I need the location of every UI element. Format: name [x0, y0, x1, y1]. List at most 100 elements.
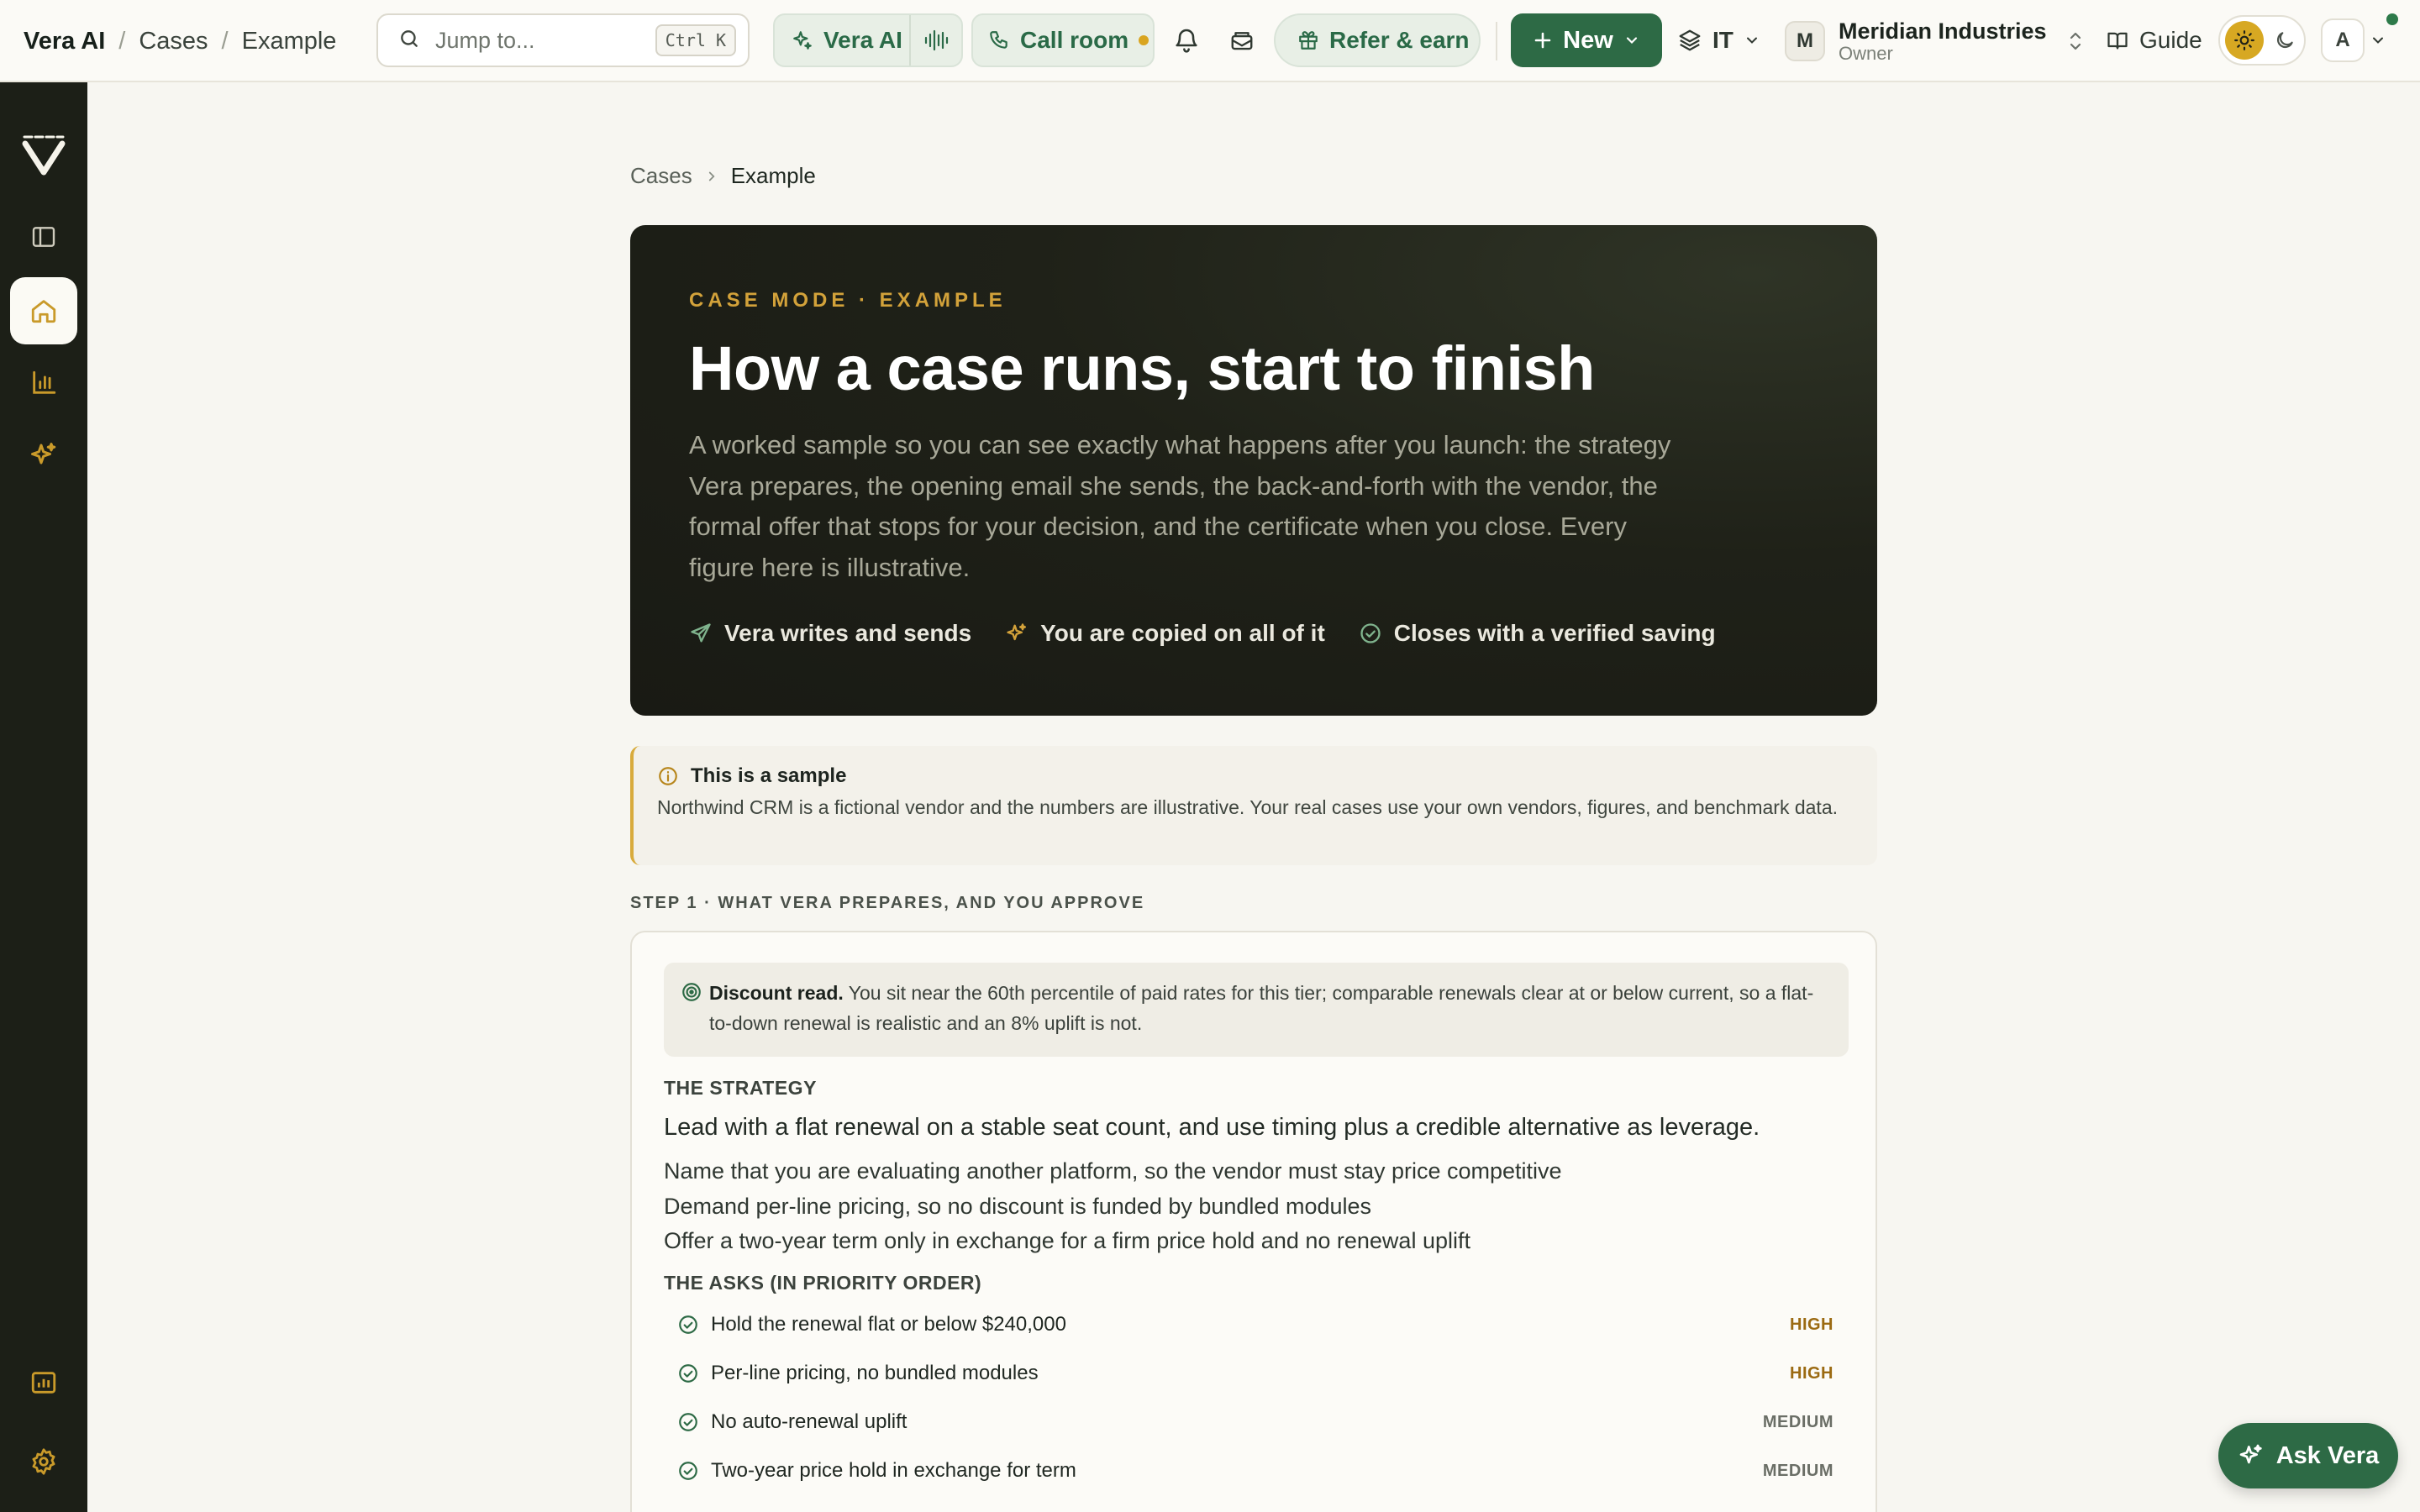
list-item: Demand per-line pricing, so no discount …: [664, 1193, 1372, 1219]
target-icon: [681, 981, 702, 1007]
ask-item: Two-year price hold in exchange for term…: [664, 1446, 1849, 1495]
priority-badge: MEDIUM: [1762, 1461, 1833, 1480]
breadcrumb: Cases Example: [630, 163, 816, 189]
inbox-icon[interactable]: [1225, 24, 1259, 57]
vera-ai-button[interactable]: Vera AI: [773, 13, 963, 67]
org-info: Meridian Industries Owner: [1839, 18, 2047, 64]
chevron-down-icon: [1744, 32, 1760, 49]
vera-logo-icon[interactable]: [10, 119, 77, 186]
check-circle-icon: [677, 1362, 702, 1384]
user-avatar[interactable]: A: [2321, 18, 2365, 62]
divider: [1496, 22, 1497, 60]
moon-icon[interactable]: [2274, 29, 2296, 51]
chevron-down-icon: [1623, 32, 1640, 49]
notice-body: Northwind CRM is a fictional vendor and …: [657, 796, 1838, 818]
priority-badge: MEDIUM: [1762, 1412, 1833, 1431]
breadcrumb-separator: /: [118, 27, 126, 55]
voice-wave-icon[interactable]: [909, 15, 961, 66]
chevrons-up-down-icon: [2067, 30, 2084, 52]
folder-chart-icon[interactable]: [10, 1349, 77, 1416]
strategy-lead: Lead with a flat renewal on a stable sea…: [664, 1114, 1760, 1141]
breadcrumb-cases[interactable]: Cases: [630, 163, 692, 189]
feature-closes: Closes with a verified saving: [1359, 620, 1716, 647]
sparkles-icon: [1005, 622, 1028, 645]
org-avatar: M: [1785, 21, 1825, 61]
asks-list: Hold the renewal flat or below $240,000 …: [664, 1300, 1849, 1495]
ask-vera-label: Ask Vera: [2275, 1441, 2380, 1469]
notice-heading: This is a sample: [657, 764, 846, 788]
search-shortcut-hint: Ctrl K: [655, 24, 736, 56]
breadcrumb-current: Example: [730, 163, 816, 188]
chevron-down-icon[interactable]: [2370, 32, 2386, 49]
organization-switcher[interactable]: M Meridian Industries Owner: [1785, 12, 2084, 71]
check-circle-icon: [677, 1314, 702, 1336]
search-placeholder: Jump to...: [435, 27, 535, 53]
hero-banner: CASE MODE · EXAMPLE How a case runs, sta…: [630, 225, 1877, 716]
new-label: New: [1563, 26, 1613, 54]
book-icon: [2106, 29, 2129, 52]
online-status-dot: [2386, 13, 2398, 25]
guide-label: Guide: [2139, 27, 2202, 53]
top-breadcrumb: Vera AI / Cases / Example: [24, 0, 336, 82]
call-room-button[interactable]: Call room: [971, 13, 1155, 67]
chevron-right-icon: [704, 169, 719, 184]
department-selector[interactable]: IT: [1677, 13, 1760, 67]
priority-badge: HIGH: [1790, 1315, 1833, 1334]
strategy-card: Discount read. You sit near the 60th per…: [630, 931, 1877, 1512]
feature-writes: Vera writes and sends: [689, 620, 971, 647]
list-item: Name that you are evaluating another pla…: [664, 1158, 1562, 1184]
discount-read-title: Discount read.: [709, 982, 844, 1004]
ask-item: Per-line pricing, no bundled modules HIG…: [664, 1349, 1849, 1398]
discount-read-body: You sit near the 60th percentile of paid…: [709, 982, 1814, 1034]
sidebar-toggle-icon[interactable]: [10, 203, 77, 270]
asks-heading: THE ASKS (IN PRIORITY ORDER): [664, 1272, 982, 1294]
brand-link[interactable]: Vera AI: [24, 28, 105, 55]
side-rail: [0, 82, 87, 1512]
gear-icon[interactable]: [10, 1428, 77, 1495]
hero-eyebrow: CASE MODE · EXAMPLE: [689, 289, 1007, 312]
home-icon[interactable]: [10, 277, 77, 344]
bell-icon[interactable]: [1170, 24, 1203, 57]
plus-icon: [1533, 30, 1553, 50]
notice-title: This is a sample: [691, 764, 847, 787]
strategy-points: Name that you are evaluating another pla…: [664, 1154, 1562, 1259]
ask-label: Hold the renewal flat or below $240,000: [711, 1313, 1066, 1336]
sparkles-icon: [792, 29, 813, 51]
call-status-dot: [1139, 35, 1150, 45]
top-bar: Vera AI / Cases / Example Jump to... Ctr…: [0, 0, 2420, 82]
ask-label: Per-line pricing, no bundled modules: [711, 1362, 1039, 1384]
org-name: Meridian Industries: [1839, 18, 2047, 44]
ask-vera-button[interactable]: Ask Vera: [2218, 1423, 2398, 1488]
feature-copied: You are copied on all of it: [1005, 620, 1325, 647]
breadcrumb-separator: /: [221, 27, 229, 55]
guide-button[interactable]: Guide: [2106, 13, 2202, 67]
org-role: Owner: [1839, 43, 1893, 64]
check-circle-icon: [677, 1411, 702, 1433]
feature-label: Vera writes and sends: [724, 620, 972, 646]
page-title: How a case runs, start to finish: [689, 333, 1595, 403]
new-button[interactable]: New: [1511, 13, 1662, 67]
list-item: Offer a two-year term only in exchange f…: [664, 1228, 1470, 1253]
top-crumb-example: Example: [241, 27, 337, 55]
sparkles-icon[interactable]: [10, 422, 77, 489]
top-crumb-cases[interactable]: Cases: [139, 28, 208, 55]
phone-icon: [988, 29, 1010, 51]
discount-read-box: Discount read. You sit near the 60th per…: [664, 963, 1849, 1057]
check-circle-icon: [677, 1460, 702, 1482]
jump-search-input[interactable]: Jump to... Ctrl K: [376, 13, 750, 67]
strategy-heading: THE STRATEGY: [664, 1077, 817, 1099]
hero-description: A worked sample so you can see exactly w…: [689, 430, 1671, 582]
send-icon: [689, 622, 713, 645]
ask-item: Hold the renewal flat or below $240,000 …: [664, 1300, 1849, 1349]
sun-icon[interactable]: [2225, 21, 2264, 60]
ask-item: No auto-renewal uplift MEDIUM: [664, 1398, 1849, 1446]
call-room-label: Call room: [1020, 27, 1129, 53]
feature-label: Closes with a verified saving: [1393, 620, 1716, 646]
gift-icon: [1297, 29, 1319, 51]
info-icon: [657, 765, 679, 787]
refer-earn-button[interactable]: Refer & earn: [1274, 13, 1481, 67]
search-icon: [398, 28, 420, 54]
discount-read-text: Discount read. You sit near the 60th per…: [709, 978, 1827, 1038]
theme-toggle[interactable]: [2218, 15, 2306, 66]
bar-chart-icon[interactable]: [10, 349, 77, 417]
